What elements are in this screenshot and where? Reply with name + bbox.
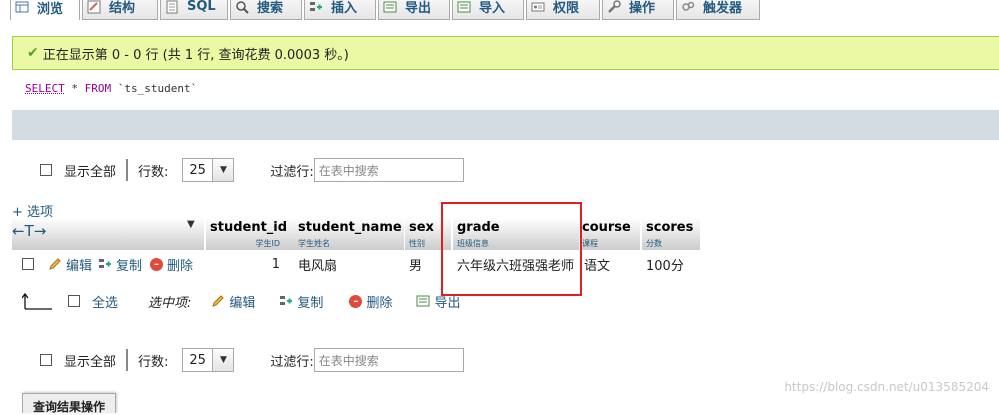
divider [126, 349, 129, 371]
sql-options-bar [12, 110, 999, 140]
rows-label: 行数: [138, 164, 169, 180]
tab-import[interactable]: 导入 [452, 0, 524, 20]
cell-sex[interactable]: 男 [409, 253, 422, 275]
column-header-course[interactable]: course 课程 [580, 218, 640, 250]
row-checkbox-cell [22, 253, 34, 275]
row-delete-link[interactable]: – 删除 [150, 255, 193, 274]
arrow-up-left-icon [22, 292, 52, 310]
tab-insert[interactable]: 插入 [304, 0, 376, 20]
row-edit-link[interactable]: 编辑 [48, 255, 92, 274]
privileges-icon [531, 2, 545, 11]
bulk-copy-button[interactable]: 复制 [279, 292, 323, 311]
search-icon [236, 0, 249, 14]
tab-browse[interactable]: 浏览 [10, 0, 80, 20]
pencil-icon [212, 295, 225, 307]
tab-search[interactable]: 搜索 [230, 0, 302, 20]
navigation-top: 显示全部 行数: 25 ▼ 过滤行: 在表中搜索 [40, 157, 464, 183]
triggers-icon [682, 1, 695, 11]
tab-bar: 浏览 结构 SQL 搜索 插入 导出 导入 权限 操作 触发器 [0, 0, 999, 22]
structure-icon [87, 0, 101, 13]
show-all-checkbox[interactable] [40, 354, 52, 366]
filter-label: 过滤行: [270, 164, 314, 180]
column-header-student-name[interactable]: student_name 学生姓名 [294, 218, 404, 250]
cell-student-id[interactable]: 1 [206, 253, 280, 275]
copy-icon [280, 296, 293, 305]
divider [126, 159, 129, 181]
show-all-label: 显示全部 [64, 354, 117, 370]
sql-icon [166, 0, 178, 13]
copy-icon [99, 259, 112, 268]
watermark: https://blog.csdn.net/u013585204 [784, 380, 989, 394]
bulk-actions: 全选 选中项: 编辑 复制 – 删除 导出 [22, 290, 460, 312]
with-selected-label: 选中项: [148, 295, 192, 311]
check-all-checkbox[interactable] [68, 295, 80, 307]
bulk-delete-button[interactable]: – 删除 [349, 292, 392, 311]
tab-operations[interactable]: 操作 [602, 0, 674, 20]
bulk-edit-button[interactable]: 编辑 [211, 292, 255, 311]
import-icon [457, 1, 471, 12]
sql-query: SELECT * FROM `ts_student` [12, 70, 999, 110]
chevron-down-icon: ▼ [212, 349, 234, 371]
sql-select-keyword[interactable]: SELECT [25, 82, 65, 95]
check-all-label[interactable]: 全选 [92, 292, 118, 311]
column-resize-arrows-icon[interactable]: ←T→ [12, 222, 46, 240]
delete-icon: – [150, 257, 164, 271]
success-message: ✔ 正在显示第 0 - 0 行 (共 1 行, 查询花费 0.0003 秒。) [12, 36, 999, 70]
row-checkbox[interactable] [22, 258, 34, 270]
tab-privileges[interactable]: 权限 [526, 0, 600, 20]
show-all-label: 显示全部 [64, 164, 117, 180]
filter-label: 过滤行: [270, 354, 314, 370]
tab-triggers[interactable]: 触发器 [676, 0, 760, 20]
highlight-box [441, 202, 582, 296]
filter-rows-input[interactable]: 在表中搜索 [313, 348, 464, 372]
cell-student-name[interactable]: 电风扇 [298, 253, 337, 275]
tab-sql[interactable]: SQL [160, 0, 228, 20]
cell-course[interactable]: 语文 [584, 253, 610, 275]
sort-dropdown-icon[interactable]: ▼ [187, 219, 195, 230]
row-copy-link[interactable]: 复制 [98, 255, 142, 274]
table-header-actions: ←T→ ▼ [12, 218, 204, 250]
insert-icon [310, 1, 322, 11]
rows-select[interactable]: 25 ▼ [182, 348, 235, 372]
export-icon [416, 295, 430, 307]
column-header-student-id[interactable]: student_id 学生ID [206, 218, 294, 250]
row-actions: 编辑 复制 – 删除 [48, 253, 193, 275]
navigation-bottom: 显示全部 行数: 25 ▼ 过滤行: 在表中搜索 [40, 347, 464, 373]
column-header-scores[interactable]: scores 分数 [642, 218, 700, 250]
sql-from-keyword: FROM [84, 82, 112, 95]
filter-rows-input[interactable]: 在表中搜索 [313, 158, 464, 182]
chevron-down-icon: ▼ [212, 159, 234, 181]
show-all-checkbox[interactable] [40, 164, 52, 176]
query-results-operations-tab[interactable]: 查询结果操作 [22, 393, 117, 414]
wrench-icon [608, 0, 621, 13]
rows-label: 行数: [138, 354, 169, 370]
export-icon [383, 1, 397, 12]
rows-select[interactable]: 25 ▼ [182, 158, 235, 182]
sql-table-name: `ts_student` [111, 82, 198, 95]
cell-scores[interactable]: 100分 [646, 253, 684, 275]
browse-icon [15, 1, 29, 13]
tab-structure[interactable]: 结构 [82, 0, 158, 20]
check-icon: ✔ [27, 45, 39, 61]
delete-icon: – [349, 294, 363, 308]
tab-export[interactable]: 导出 [378, 0, 450, 20]
pencil-icon [49, 258, 61, 270]
